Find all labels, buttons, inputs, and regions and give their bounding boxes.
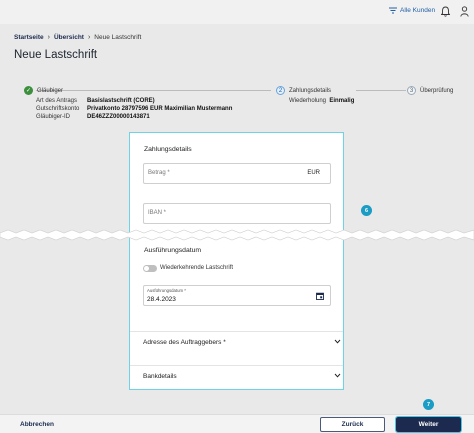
- back-button[interactable]: Zurück: [320, 417, 385, 432]
- step-number: 3: [407, 86, 416, 95]
- bank-details-label: Bankdetails: [143, 373, 177, 380]
- chevron-right-icon: ›: [87, 34, 91, 41]
- annotation-badge: 6: [361, 205, 372, 216]
- chevron-down-icon: [334, 373, 341, 378]
- execution-date-title: Ausführungsdatum: [144, 247, 202, 254]
- amount-placeholder: Betrag *: [148, 170, 170, 176]
- amount-field[interactable]: Betrag * EUR: [143, 163, 331, 184]
- breadcrumb: Startseite › Übersicht › Neue Lastschrif…: [14, 34, 141, 41]
- top-bar: Alle Kunden: [0, 0, 474, 24]
- user-icon[interactable]: [460, 6, 469, 17]
- step-connector: [36, 90, 271, 91]
- step-review[interactable]: 3 Überprüfung: [407, 86, 453, 95]
- date-label: Ausführungsdatum *: [147, 288, 186, 293]
- bank-details-accordion[interactable]: Bankdetails: [130, 365, 343, 387]
- breadcrumb-current: Neue Lastschrift: [94, 34, 142, 41]
- payment-details-title: Zahlungsdetails: [144, 146, 192, 153]
- payer-address-accordion[interactable]: Adresse des Auftraggebers *: [130, 331, 343, 353]
- bell-icon[interactable]: [441, 6, 450, 17]
- footer-bar: Abbrechen Zurück Weiter: [0, 414, 474, 433]
- all-customers-link[interactable]: Alle Kunden: [389, 7, 435, 14]
- payer-address-label: Adresse des Auftraggebers *: [143, 339, 226, 346]
- cancel-button[interactable]: Abbrechen: [20, 421, 54, 428]
- filter-icon: [389, 7, 397, 14]
- check-icon: ✓: [24, 86, 33, 95]
- step-label: Überprüfung: [420, 87, 454, 94]
- recurring-toggle[interactable]: [143, 265, 157, 272]
- step-creditor[interactable]: ✓ Gläubiger: [24, 86, 63, 95]
- execution-date-field[interactable]: Ausführungsdatum * 28.4.2023: [143, 285, 331, 306]
- chevron-right-icon: ›: [47, 34, 50, 41]
- recurring-label: Wiederkehrende Lastschrift: [160, 265, 234, 271]
- iban-field[interactable]: IBAN *: [143, 203, 331, 224]
- step-payment-details[interactable]: 2 Zahlungsdetails: [276, 86, 331, 95]
- date-value: 28.4.2023: [147, 296, 176, 303]
- page-title: Neue Lastschrift: [14, 49, 98, 61]
- chevron-down-icon: [334, 339, 341, 344]
- detail-row: Art des Antrags Basislastschrift (CORE): [36, 98, 155, 104]
- annotation-badge: 7: [423, 399, 434, 410]
- breadcrumb-overview[interactable]: Übersicht: [54, 34, 84, 41]
- page-break-separator: [0, 229, 474, 241]
- detail-row: Gutschriftskonto Privatkonto 28797596 EUR…: [36, 106, 233, 112]
- step-creditor-details: Art des Antrags Basislastschrift (CORE) G…: [36, 97, 232, 121]
- all-customers-label: Alle Kunden: [400, 7, 436, 14]
- step-label: Gläubiger: [37, 87, 64, 94]
- step-number: 2: [276, 86, 285, 95]
- step-payment-summary: Wiederholung Einmalig: [289, 98, 355, 104]
- step-connector: [356, 90, 406, 91]
- next-button[interactable]: Weiter: [395, 416, 462, 433]
- payment-form-card: Zahlungsdetails Betrag * EUR IBAN * Ausf…: [129, 132, 344, 390]
- currency-label: EUR: [307, 170, 320, 176]
- step-label: Zahlungsdetails: [289, 87, 332, 94]
- calendar-icon[interactable]: [316, 292, 324, 300]
- iban-placeholder: IBAN *: [148, 210, 167, 216]
- breadcrumb-home[interactable]: Startseite: [14, 34, 44, 41]
- detail-row: Gläubiger-ID DE46ZZZ00000143871: [36, 114, 150, 120]
